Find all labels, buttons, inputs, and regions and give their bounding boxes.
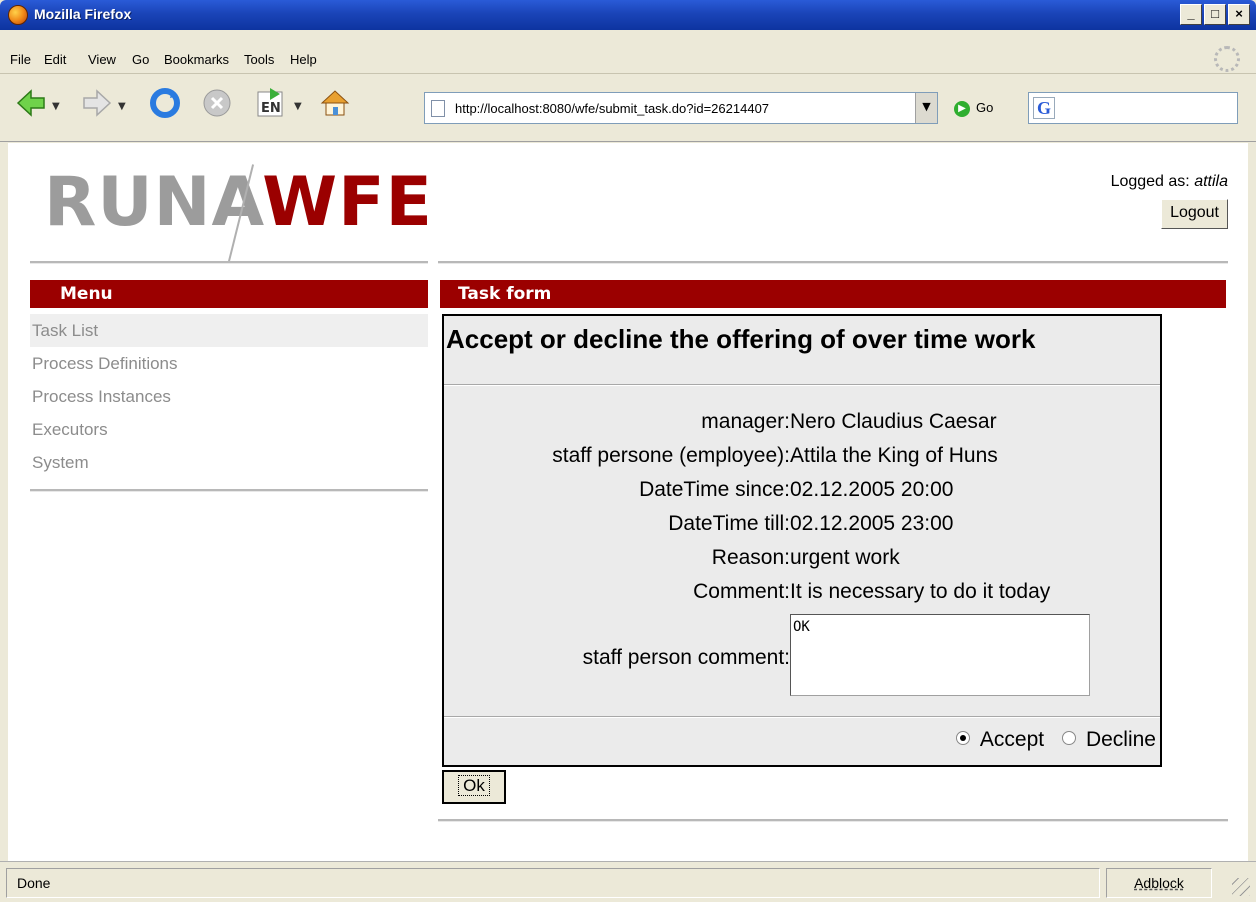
field-manager: manager: Nero Claudius Caesar <box>444 410 1160 440</box>
decline-radio[interactable] <box>1061 731 1076 746</box>
forward-dropdown-icon[interactable]: ▼ <box>118 101 126 112</box>
status-bar: Done Adblock <box>0 861 1256 902</box>
form-bottom-divider <box>444 716 1160 718</box>
task-form-header: Task form <box>440 280 1226 308</box>
field-datetime-till: DateTime till: 02.12.2005 23:00 <box>444 512 1160 542</box>
resize-grip-icon[interactable] <box>1232 878 1250 896</box>
throbber-icon <box>1214 46 1240 72</box>
field-label: staff person comment: <box>582 646 790 669</box>
logged-user-name: attila <box>1194 173 1228 190</box>
go-button[interactable]: ▶ Go <box>954 100 993 117</box>
menu-go[interactable]: Go <box>132 52 149 67</box>
field-value: 02.12.2005 20:00 <box>790 478 954 501</box>
sidebar-menu: Task List Process Definitions Process In… <box>30 314 428 479</box>
back-dropdown-icon[interactable]: ▼ <box>52 101 60 112</box>
main-top-divider <box>438 261 1228 264</box>
go-arrow-icon: ▶ <box>954 100 970 117</box>
maximize-button[interactable]: □ <box>1204 4 1226 25</box>
menu-edit[interactable]: Edit <box>44 52 66 67</box>
menu-view[interactable]: View <box>88 52 116 67</box>
field-label: Comment: <box>693 580 790 603</box>
url-dropdown-icon[interactable]: ▼ <box>915 93 937 123</box>
go-label: Go <box>976 100 994 115</box>
field-label: DateTime since: <box>639 478 790 501</box>
field-reason: Reason: urgent work <box>444 546 1160 576</box>
staff-person-comment-input[interactable]: OK <box>790 614 1090 696</box>
svg-text:EN: EN <box>261 101 281 116</box>
field-value: Attila the King of Huns <box>790 444 998 467</box>
forward-icon[interactable] <box>80 86 114 120</box>
decision-radio-group: Accept Decline <box>944 728 1156 752</box>
task-form: Accept or decline the offering of over t… <box>442 314 1162 767</box>
home-icon[interactable] <box>318 86 352 120</box>
google-search-icon[interactable]: G <box>1033 97 1055 119</box>
sidebar-item-process-instances[interactable]: Process Instances <box>30 380 428 413</box>
ok-button[interactable]: Ok <box>442 770 506 804</box>
adblock-status[interactable]: Adblock <box>1106 868 1212 898</box>
runawfe-logo: RUNAWFE <box>44 163 433 262</box>
main-bottom-divider <box>438 819 1228 822</box>
search-box[interactable]: G <box>1028 92 1238 124</box>
logout-button[interactable]: Logout <box>1161 199 1228 229</box>
stop-icon[interactable] <box>200 86 234 120</box>
reload-icon[interactable] <box>148 86 182 120</box>
back-icon[interactable] <box>14 86 48 120</box>
logo-runa: RUNA <box>44 163 263 242</box>
ok-label: Ok <box>458 775 490 796</box>
form-title: Accept or decline the offering of over t… <box>446 324 1036 354</box>
sidebar-item-task-list[interactable]: Task List <box>30 314 428 347</box>
menu-bookmarks[interactable]: Bookmarks <box>164 52 229 67</box>
language-dropdown-icon[interactable]: ▼ <box>294 101 302 112</box>
firefox-icon <box>8 5 28 25</box>
sidebar-item-process-definitions[interactable]: Process Definitions <box>30 347 428 380</box>
window-titlebar[interactable]: Mozilla Firefox _ □ × <box>0 0 1256 30</box>
sidebar-top-divider <box>30 261 428 264</box>
sidebar-title: Menu <box>30 280 428 308</box>
language-en-icon[interactable]: EN <box>254 86 288 120</box>
close-button[interactable]: × <box>1228 4 1250 25</box>
sidebar-bottom-divider <box>30 489 428 492</box>
menu-file[interactable]: File <box>10 52 31 67</box>
accept-radio[interactable] <box>955 731 970 746</box>
field-value: Nero Claudius Caesar <box>790 410 997 433</box>
field-value: It is necessary to do it today <box>790 580 1051 603</box>
form-top-divider <box>444 384 1160 386</box>
navigation-toolbar: ▼ ▼ EN ▼ http://localhost:8080/wfe/submi… <box>0 74 1256 142</box>
page-content: RUNAWFE Logged as: attila Logout Menu Ta… <box>8 143 1248 861</box>
field-comment: Comment: It is necessary to do it today <box>444 580 1160 610</box>
field-staff-persone: staff persone (employee): Attila the Kin… <box>444 444 1160 474</box>
url-input[interactable]: http://localhost:8080/wfe/submit_task.do… <box>455 101 925 116</box>
url-bar[interactable]: http://localhost:8080/wfe/submit_task.do… <box>424 92 938 124</box>
field-label: Reason: <box>711 546 790 569</box>
window-title: Mozilla Firefox <box>34 6 132 22</box>
accept-label[interactable]: Accept <box>980 728 1044 751</box>
field-value: 02.12.2005 23:00 <box>790 512 954 535</box>
field-label: DateTime till: <box>668 512 790 535</box>
page-icon <box>431 100 445 117</box>
logo-wfe: WFE <box>262 163 433 242</box>
decline-label[interactable]: Decline <box>1086 728 1156 751</box>
minimize-button[interactable]: _ <box>1180 4 1202 25</box>
field-label: manager: <box>701 410 790 433</box>
field-label: staff persone (employee): <box>552 444 790 467</box>
menu-tools[interactable]: Tools <box>244 52 274 67</box>
sidebar-item-executors[interactable]: Executors <box>30 413 428 446</box>
menu-help[interactable]: Help <box>290 52 317 67</box>
sidebar-item-system[interactable]: System <box>30 446 428 479</box>
field-value: urgent work <box>790 546 900 569</box>
logged-as-text: Logged as: attila <box>1111 173 1228 191</box>
menu-bar: File Edit View Go Bookmarks Tools Help <box>0 30 1256 74</box>
status-text: Done <box>6 868 1100 898</box>
field-datetime-since: DateTime since: 02.12.2005 20:00 <box>444 478 1160 508</box>
logged-as-label: Logged as: <box>1110 173 1190 190</box>
